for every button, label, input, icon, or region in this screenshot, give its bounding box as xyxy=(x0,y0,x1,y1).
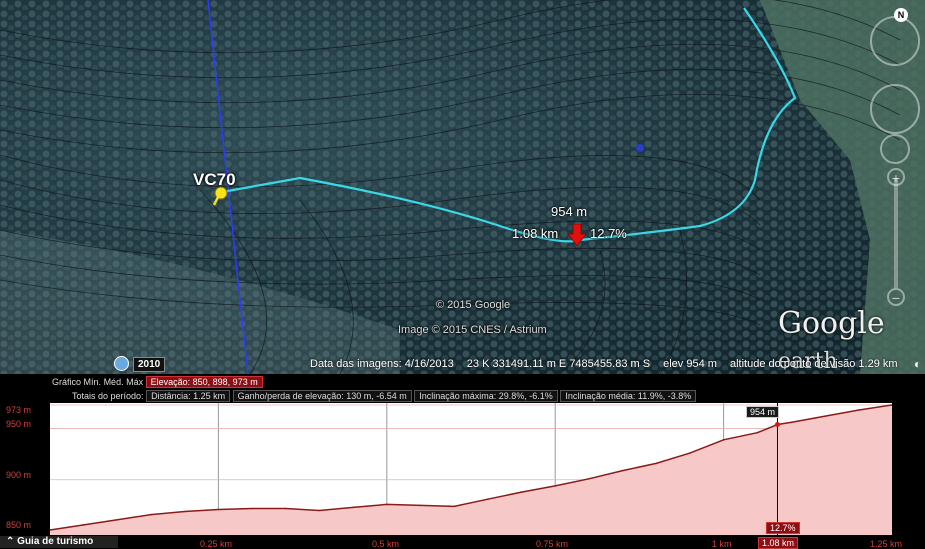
coordinates: 23 K 331491.11 m E 7485455.83 m S xyxy=(466,358,651,370)
down-arrow-icon xyxy=(568,224,586,246)
imagery-credit: Image © 2015 CNES / Astrium xyxy=(398,324,547,336)
cursor-point xyxy=(774,421,780,427)
cursor-elevation-label: 954 m xyxy=(551,204,588,219)
look-joystick[interactable] xyxy=(870,84,920,134)
cursor-slope-label: 12.7% xyxy=(590,226,627,241)
clock-icon[interactable] xyxy=(114,356,129,371)
elevation-point xyxy=(554,485,556,487)
elevation-point xyxy=(621,469,624,472)
placemark-label[interactable]: VC70 xyxy=(193,170,236,190)
elevation-point xyxy=(251,507,253,510)
navigation-controls[interactable]: N + − xyxy=(868,8,924,368)
max-slope: Inclinação máxima: 29.8%, -6.1% xyxy=(414,390,558,402)
elevation-profile-panel: Gráfico Mín. Méd. Máx Elevação: 850, 898… xyxy=(0,374,925,549)
y-tick-label: 900 m xyxy=(6,470,32,480)
cursor-distance-tag: 1.08 km xyxy=(758,537,799,549)
elevation-area xyxy=(50,405,892,535)
imagery-date: Data das imagens: 4/16/2013 xyxy=(310,358,454,370)
elevation-point xyxy=(823,415,826,418)
y-tick-label: 973 m xyxy=(6,405,32,415)
elevation-point xyxy=(857,409,860,411)
elevation-point xyxy=(419,504,422,507)
tour-guide-button[interactable]: ⌃ Guia de turismo xyxy=(0,536,118,548)
elevation-point xyxy=(790,421,792,424)
elevation-point xyxy=(318,509,321,512)
elevation-point xyxy=(756,431,759,434)
elevation-chart[interactable] xyxy=(50,403,892,535)
elevation-point xyxy=(722,439,725,441)
elevation-point xyxy=(689,452,691,454)
zoom-slider[interactable] xyxy=(894,178,898,288)
graph-stats-row: Gráfico Mín. Méd. Máx Elevação: 850, 898… xyxy=(52,376,263,388)
elevation-point xyxy=(285,507,287,510)
cursor-slope-tag: 12.7% xyxy=(766,522,800,534)
street-view-icon[interactable] xyxy=(880,134,910,164)
y-tick-label: 950 m xyxy=(6,419,32,429)
elevation-summary[interactable]: Elevação: 850, 898, 973 m xyxy=(145,376,263,388)
elevation-point xyxy=(520,491,523,493)
compass-icon[interactable] xyxy=(870,16,920,66)
elevation-point xyxy=(386,503,388,506)
elevation-point xyxy=(150,513,152,516)
historical-year-badge[interactable]: 2010 xyxy=(133,357,166,372)
totals-row: Totais do período: Distância: 1.25 km Ga… xyxy=(72,390,697,402)
elevation-point xyxy=(655,462,657,465)
avg-slope: Inclinação média: 11.9%, -3.8% xyxy=(560,390,697,402)
elevation-point xyxy=(352,506,354,509)
elevation-point xyxy=(217,508,220,511)
elevation-point xyxy=(453,505,456,508)
elevation-readout: elev 954 m xyxy=(663,358,717,370)
elevation-point xyxy=(487,498,489,500)
cursor-elevation-tag: 954 m xyxy=(746,406,780,418)
zoom-out-button[interactable]: − xyxy=(887,288,905,306)
copyright-text: © 2015 Google xyxy=(436,299,511,311)
cursor-distance-label: 1.08 km xyxy=(512,226,559,241)
y-tick-label: 850 m xyxy=(6,520,32,530)
north-button[interactable]: N xyxy=(894,8,908,22)
distance-total: Distância: 1.25 km xyxy=(146,390,231,402)
chevron-up-icon: ⌃ xyxy=(6,536,15,547)
elevation-point xyxy=(116,518,119,521)
gain-loss: Ganho/perda de elevação: 130 m, -6.54 m xyxy=(232,390,412,402)
elevation-point xyxy=(82,524,85,526)
status-bar: Data das imagens: 4/16/2013 23 K 331491.… xyxy=(310,358,922,370)
elevation-point xyxy=(183,510,186,513)
elevation-point xyxy=(588,478,590,480)
map-view[interactable]: VC70 954 m 1.08 km 12.7% © 2015 Google I… xyxy=(0,0,925,374)
